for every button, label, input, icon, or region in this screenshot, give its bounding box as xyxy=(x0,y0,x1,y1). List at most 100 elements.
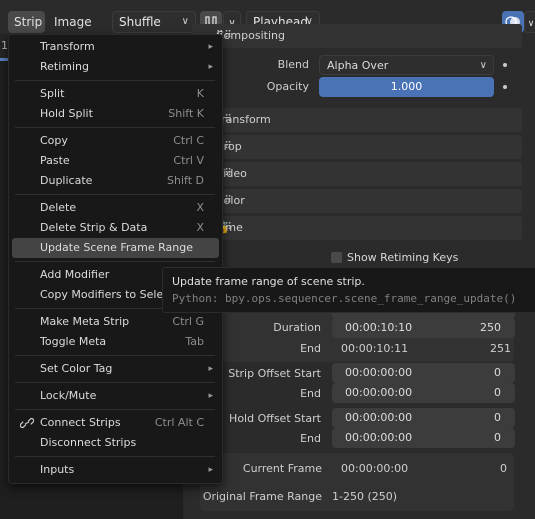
menu-separator xyxy=(15,127,215,128)
section-video[interactable]: Video ⠿⠿ xyxy=(192,162,522,186)
tooltip: Update frame range of scene strip. Pytho… xyxy=(162,267,535,313)
chevron-down-icon: ∨ xyxy=(527,19,535,29)
menu-item-make-meta-strip[interactable]: Make Meta Strip Ctrl G xyxy=(12,312,219,332)
tooltip-title: Update frame range of scene strip. xyxy=(172,275,365,288)
menu-item-paste[interactable]: Paste Ctrl V xyxy=(12,151,219,171)
menu-item-inputs[interactable]: Inputs ▸ xyxy=(12,460,219,480)
strip-menu: Transform ▸ Retiming ▸ Split K Hold Spli… xyxy=(8,34,223,484)
menu-item-shortcut: Shift D xyxy=(167,174,204,187)
menu-separator xyxy=(15,194,215,195)
menu-item-connect-strips[interactable]: Connect Strips Ctrl Alt C xyxy=(12,413,219,433)
menu-item-split[interactable]: Split K xyxy=(12,84,219,104)
hold-offset-start-frames: 0 xyxy=(494,411,501,424)
menu-separator xyxy=(15,261,215,262)
menu-item-delete-strip-data[interactable]: Delete Strip & Data X xyxy=(12,218,219,238)
shuffle-value: Shuffle xyxy=(119,15,161,29)
section-time[interactable]: Time 🔓 ⠿⠿ xyxy=(192,216,522,240)
menu-item-disconnect-strips[interactable]: Disconnect Strips xyxy=(12,433,219,453)
section-color[interactable]: Color ⠿⠿ xyxy=(192,189,522,213)
ruler-frame-label: 1 xyxy=(1,39,8,52)
submenu-arrow-icon: ▸ xyxy=(208,42,213,52)
link-icon xyxy=(20,418,34,428)
drag-handle-icon[interactable]: ⠿⠿ xyxy=(216,216,514,240)
menu-separator xyxy=(15,409,215,410)
menu-item-label: Split xyxy=(40,87,65,100)
menu-item-label: Add Modifier xyxy=(40,268,110,281)
drag-handle-icon[interactable]: ⠿⠿ xyxy=(216,108,514,132)
menu-item-shortcut: X xyxy=(196,221,204,234)
menu-item-label: Paste xyxy=(40,154,70,167)
chevron-down-icon: ∨ xyxy=(181,16,189,27)
menu-item-duplicate[interactable]: Duplicate Shift D xyxy=(12,171,219,191)
menu-item-label: Inputs xyxy=(40,463,75,476)
menu-item-set-color-tag[interactable]: Set Color Tag ▸ xyxy=(12,359,219,379)
menu-item-shortcut: Tab xyxy=(185,335,204,348)
menu-item-label: Make Meta Strip xyxy=(40,315,130,328)
duration-frames: 250 xyxy=(480,321,501,334)
show-retiming-keys-checkbox[interactable] xyxy=(331,252,342,263)
menu-item-retiming[interactable]: Retiming ▸ xyxy=(12,57,219,77)
menu-item-shortcut: Ctrl Alt C xyxy=(154,416,204,429)
section-transform[interactable]: Transform ⠿⠿ xyxy=(192,108,522,132)
menu-item-toggle-meta[interactable]: Toggle Meta Tab xyxy=(12,332,219,352)
strip-offset-end-field[interactable]: 00:00:00:00 0 xyxy=(332,383,515,403)
section-crop[interactable]: Crop ⠿⠿ xyxy=(192,135,522,159)
overlay-options-dropdown[interactable]: ∨ xyxy=(524,11,535,33)
menu-separator xyxy=(15,80,215,81)
chevron-down-icon: ∨ xyxy=(479,60,487,71)
strip-offset-end-timecode: 00:00:00:00 xyxy=(345,386,413,399)
hold-offset-end-field[interactable]: 00:00:00:00 0 xyxy=(332,428,515,448)
menu-item-transform[interactable]: Transform ▸ xyxy=(12,37,219,57)
blend-dropdown[interactable]: Alpha Over ∨ xyxy=(319,55,494,75)
menu-item-label: Connect Strips xyxy=(40,416,121,429)
shuffle-dropdown[interactable]: Shuffle ∨ xyxy=(112,11,196,33)
menu-item-label: Set Color Tag xyxy=(40,362,113,375)
submenu-arrow-icon: ▸ xyxy=(208,62,213,72)
menu-item-shortcut: Ctrl V xyxy=(173,154,204,167)
end-frames: 251 xyxy=(490,342,511,355)
keyframe-dot-icon[interactable] xyxy=(503,85,507,89)
menu-item-shortcut: Ctrl C xyxy=(173,134,204,147)
menu-item-label: Toggle Meta xyxy=(40,335,107,348)
strip-offset-start-frames: 0 xyxy=(494,366,501,379)
hold-offset-end-timecode: 00:00:00:00 xyxy=(345,431,413,444)
strip-offset-start-field[interactable]: 00:00:00:00 0 xyxy=(332,363,515,383)
submenu-arrow-icon: ▸ xyxy=(208,364,213,374)
menu-item-update-scene-frame-range[interactable]: Update Scene Frame Range xyxy=(12,238,219,258)
section-compositing[interactable]: Compositing ⠿⠿ xyxy=(192,24,522,48)
original-frame-range-label: Original Frame Range xyxy=(202,490,322,503)
hold-offset-start-field[interactable]: 00:00:00:00 0 xyxy=(332,408,515,428)
menu-separator xyxy=(15,456,215,457)
menu-separator xyxy=(15,382,215,383)
menu-item-label: Duplicate xyxy=(40,174,93,187)
original-frame-range-value: 1-250 (250) xyxy=(332,490,398,503)
blend-value: Alpha Over xyxy=(327,59,389,72)
menu-item-label: Copy xyxy=(40,134,68,147)
strip-menu-button[interactable]: Strip xyxy=(8,11,45,33)
current-frame-frames: 0 xyxy=(500,462,507,475)
menu-item-label: Update Scene Frame Range xyxy=(40,241,194,254)
drag-handle-icon[interactable]: ⠿⠿ xyxy=(216,162,514,186)
menu-item-delete[interactable]: Delete X xyxy=(12,198,219,218)
keyframe-dot-icon[interactable] xyxy=(503,63,507,67)
drag-handle-icon[interactable]: ⠿⠿ xyxy=(216,24,514,48)
menu-item-lock-mute[interactable]: Lock/Mute ▸ xyxy=(12,386,219,406)
menu-item-copy[interactable]: Copy Ctrl C xyxy=(12,131,219,151)
duration-field[interactable]: 00:00:10:10 250 xyxy=(332,318,515,338)
hold-offset-start-timecode: 00:00:00:00 xyxy=(345,411,413,424)
image-menu-button[interactable]: Image xyxy=(48,11,98,33)
opacity-slider[interactable]: 1.000 xyxy=(319,77,494,97)
menu-item-hold-split[interactable]: Hold Split Shift K xyxy=(12,104,219,124)
drag-handle-icon[interactable]: ⠿⠿ xyxy=(216,135,514,159)
menu-item-label: Retiming xyxy=(40,60,90,73)
submenu-arrow-icon: ▸ xyxy=(208,465,213,475)
drag-handle-icon[interactable]: ⠿⠿ xyxy=(216,189,514,213)
strip-offset-start-timecode: 00:00:00:00 xyxy=(345,366,413,379)
menu-item-label: Hold Split xyxy=(40,107,93,120)
duration-timecode: 00:00:10:10 xyxy=(345,321,413,334)
strip-offset-end-frames: 0 xyxy=(494,386,501,399)
menu-item-label: Delete Strip & Data xyxy=(40,221,148,234)
menu-item-shortcut: Shift K xyxy=(168,107,204,120)
end-timecode: 00:00:10:11 xyxy=(341,342,409,355)
menu-item-label: Transform xyxy=(40,40,95,53)
